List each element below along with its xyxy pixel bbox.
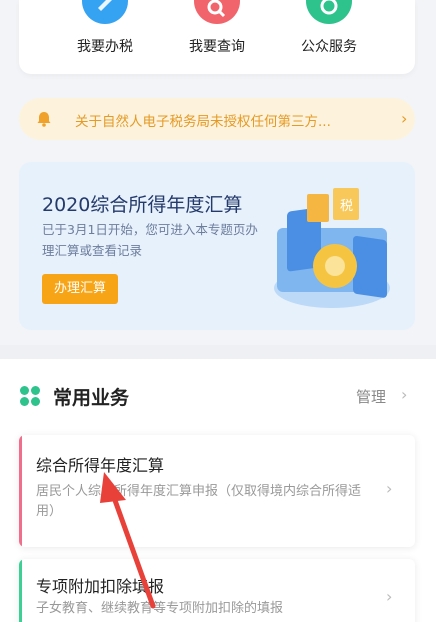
public-service-icon — [306, 0, 352, 24]
chevron-right-icon: › — [386, 587, 393, 606]
business-item-annual-settlement[interactable]: 综合所得年度汇算 居民个人综合所得年度汇算申报（仅取得境内综合所得适用） › — [19, 435, 415, 547]
chevron-right-icon: › — [386, 479, 393, 498]
notice-bar[interactable]: 关于自然人电子税务局未授权任何第三方... › — [19, 98, 415, 140]
banner-title: 2020综合所得年度汇算 — [42, 194, 243, 216]
item-title: 综合所得年度汇算 — [36, 456, 165, 475]
common-business-section: 常用业务 管理 › 综合所得年度汇算 居民个人综合所得年度汇算申报（仅取得境内综… — [0, 359, 436, 622]
service-label: 我要办税 — [77, 39, 133, 55]
handle-settlement-button[interactable]: 办理汇算 — [42, 274, 118, 304]
chevron-right-icon: › — [401, 109, 408, 128]
pen-icon — [82, 0, 128, 24]
section-title: 常用业务 — [53, 387, 130, 409]
service-label: 公众服务 — [301, 39, 357, 55]
item-description: 子女教育、继续教育等专项附加扣除的填报 — [36, 601, 284, 616]
item-accent-bar — [19, 435, 22, 547]
tax-report-illustration: 税 — [274, 188, 390, 308]
section-header: 常用业务 管理 › — [0, 359, 436, 435]
item-accent-bar — [19, 559, 22, 622]
bell-icon — [35, 110, 53, 132]
banner-description: 已于3月1日开始，您可进入本专题页办理汇算或查看记录 — [42, 222, 258, 258]
notice-text: 关于自然人电子税务局未授权任何第三方... — [75, 114, 331, 130]
chevron-right-icon[interactable]: › — [401, 385, 407, 404]
service-shortcut-card: 我要办税 我要查询 公众服务 — [19, 0, 415, 74]
section-divider — [0, 345, 436, 359]
item-description: 居民个人综合所得年度汇算申报（仅取得境内综合所得适用） — [36, 484, 362, 519]
annual-settlement-banner[interactable]: 2020综合所得年度汇算 已于3月1日开始，您可进入本专题页办理汇算或查看记录 … — [19, 162, 415, 330]
manage-link[interactable]: 管理 — [356, 386, 386, 407]
item-title: 专项附加扣除填报 — [36, 577, 165, 596]
tax-badge: 税 — [340, 199, 353, 214]
business-item-special-deduction[interactable]: 专项附加扣除填报 子女教育、继续教育等专项附加扣除的填报 › — [19, 559, 415, 622]
service-label: 我要查询 — [189, 39, 245, 55]
search-icon — [194, 0, 240, 24]
grid-icon — [20, 386, 40, 406]
